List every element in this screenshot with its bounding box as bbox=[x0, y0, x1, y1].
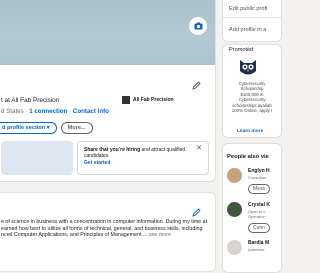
camera-icon[interactable] bbox=[189, 17, 207, 35]
promo-description: Cybersecurity Scholarship $100,000 in Cy… bbox=[231, 81, 273, 114]
promoted-card: Promoted Cybersecurity Scholarship $100,… bbox=[222, 44, 282, 138]
cover-image bbox=[0, 0, 215, 65]
edit-intro-pencil-icon[interactable] bbox=[192, 77, 201, 95]
close-icon[interactable]: ✕ bbox=[196, 145, 202, 152]
person-headline: Administr bbox=[248, 247, 265, 252]
profile-location: d States · 1 connection · Contact info bbox=[1, 108, 109, 115]
people-also-viewed-title: People also vie bbox=[227, 154, 269, 160]
connect-button[interactable]: Conn bbox=[248, 223, 270, 233]
see-more-link[interactable]: see more bbox=[149, 232, 171, 238]
person-name[interactable]: Bardia M bbox=[248, 240, 269, 246]
profile-card: t at All Fab Precision d States · 1 conn… bbox=[0, 0, 216, 182]
contact-info-link[interactable]: Contact info bbox=[73, 108, 109, 115]
current-company[interactable]: All Fab Precision bbox=[122, 96, 174, 104]
avatar[interactable] bbox=[227, 202, 242, 217]
company-name: All Fab Precision bbox=[133, 97, 174, 103]
message-button[interactable]: Mess bbox=[248, 184, 270, 194]
profile-headline: t at All Fab Precision bbox=[1, 97, 60, 104]
person-name[interactable]: Englyn H bbox=[248, 168, 270, 174]
add-profile-language-link[interactable]: Add profile in a bbox=[229, 27, 266, 33]
hiring-title: Share that you’re hiring bbox=[84, 147, 141, 153]
profile-settings-card: Edit public profi Add profile in a bbox=[222, 0, 282, 42]
edit-public-profile-link[interactable]: Edit public profi bbox=[229, 6, 267, 12]
learn-more-link[interactable]: Learn more bbox=[237, 129, 263, 134]
add-profile-section-button[interactable]: d profile section ▾ bbox=[0, 122, 57, 134]
person-headline-2: Operation bbox=[248, 214, 266, 219]
get-started-link[interactable]: Get started bbox=[84, 160, 202, 166]
promoted-label: Promoted bbox=[229, 47, 254, 53]
person-headline: Consultan bbox=[248, 175, 267, 180]
people-also-viewed-card: People also vie Englyn H Consultan Mess … bbox=[222, 143, 282, 273]
hiring-card: Share that you’re hiring and attract qua… bbox=[77, 141, 209, 175]
company-logo-icon bbox=[122, 96, 130, 104]
about-text: e of science in business with a concentr… bbox=[1, 219, 208, 239]
divider bbox=[223, 17, 281, 18]
person-name[interactable]: Crystal K bbox=[248, 202, 270, 208]
open-to-card[interactable] bbox=[1, 141, 73, 175]
profile-action-row: d profile section ▾ More... bbox=[0, 122, 93, 134]
more-button[interactable]: More... bbox=[60, 122, 93, 134]
about-card: e of science in business with a concentr… bbox=[0, 192, 216, 272]
connections-link[interactable]: 1 connection bbox=[29, 108, 67, 115]
owl-logo[interactable] bbox=[238, 59, 258, 77]
avatar[interactable] bbox=[227, 240, 242, 255]
avatar[interactable] bbox=[227, 168, 242, 183]
